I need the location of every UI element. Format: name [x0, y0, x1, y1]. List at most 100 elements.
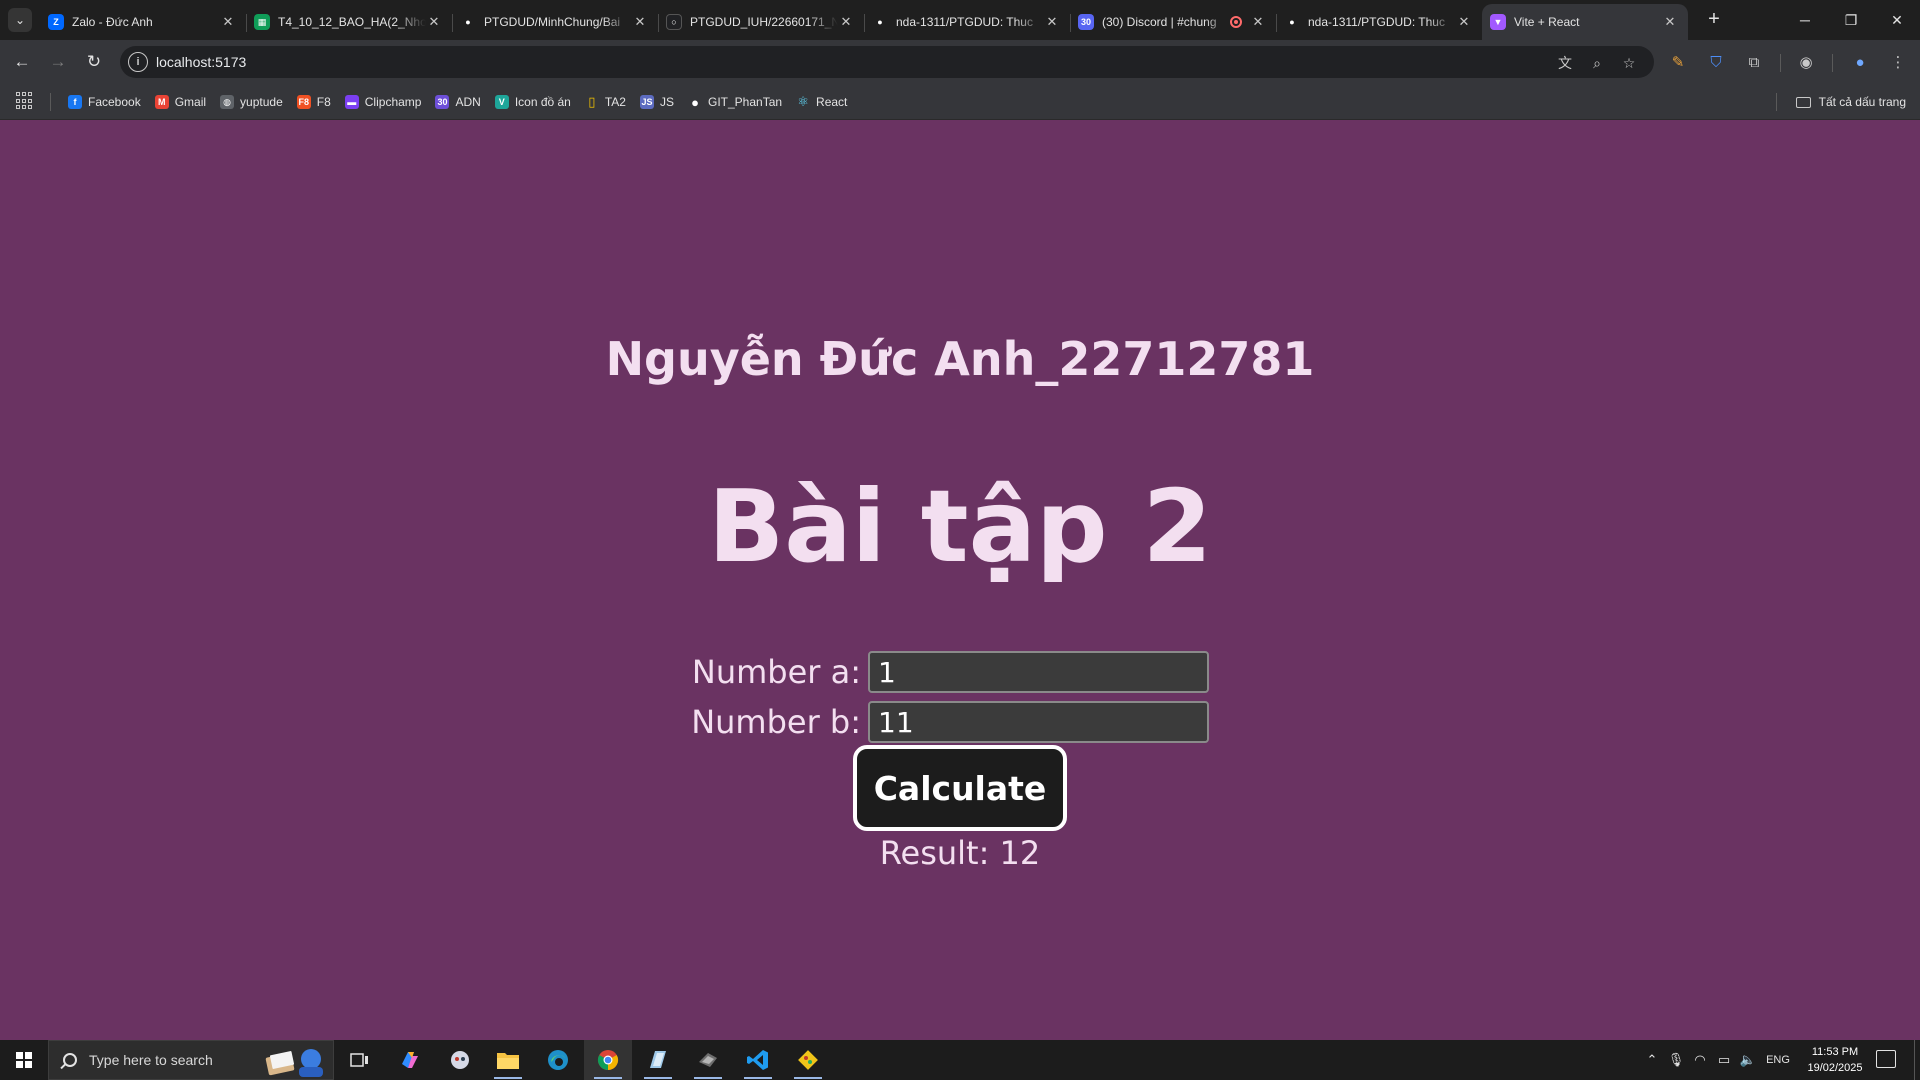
- close-tab-icon[interactable]: ✕: [220, 14, 236, 30]
- bookmark-item[interactable]: JS JS: [634, 90, 680, 114]
- network-icon[interactable]: ◠: [1690, 1040, 1710, 1080]
- search-icon: [63, 1053, 77, 1067]
- close-tab-icon[interactable]: ✕: [1456, 14, 1472, 30]
- browser-tab[interactable]: Z Zalo - Đức Anh ✕: [40, 4, 246, 40]
- browser-tab[interactable]: ▼ Vite + React ✕: [1482, 4, 1688, 40]
- clipchamp-icon: ▬: [344, 95, 359, 109]
- close-tab-icon[interactable]: ✕: [632, 14, 648, 30]
- bookmark-item[interactable]: ▬ Clipchamp: [339, 90, 428, 114]
- vscode-icon[interactable]: [734, 1040, 782, 1080]
- battery-icon[interactable]: ▭: [1714, 1040, 1734, 1080]
- github-icon: ●: [691, 94, 699, 110]
- bookmark-item[interactable]: F8 F8: [291, 90, 337, 114]
- all-bookmarks-button[interactable]: Tất cả dấu trang: [1795, 90, 1906, 114]
- restore-window-button[interactable]: ❐: [1828, 0, 1874, 40]
- recording-indicator-icon: [1230, 16, 1242, 28]
- back-arrow-icon[interactable]: ←: [8, 48, 36, 76]
- student-name-heading: Nguyễn Đức Anh_22712781: [605, 332, 1315, 386]
- minimize-window-button[interactable]: ─: [1782, 0, 1828, 40]
- browser-tab[interactable]: ● nda-1311/PTGDUD: Thuc ✕: [864, 4, 1070, 40]
- browser-tab[interactable]: ● PTGDUD/MinhChung/Bai ✕: [452, 4, 658, 40]
- bookmark-label: JS: [659, 95, 674, 109]
- chrome-browser-icon[interactable]: [584, 1040, 632, 1080]
- bookmark-item[interactable]: ◍ yuptude: [214, 90, 289, 114]
- app-assistant-icon[interactable]: [436, 1040, 484, 1080]
- reload-icon[interactable]: ↻: [80, 48, 108, 76]
- translate-icon[interactable]: 文: [1554, 52, 1576, 74]
- github-icon: ●: [877, 17, 883, 27]
- copilot-icon[interactable]: [386, 1040, 434, 1080]
- gmail-icon: M: [154, 95, 169, 109]
- google-sheets-icon: ▦: [254, 14, 270, 30]
- bookmark-yellow-icon: ▯: [588, 94, 596, 109]
- tab-title: T4_10_12_BAO_HA(2_Nhom: [278, 15, 426, 29]
- microphone-icon[interactable]: 🎙: [1666, 1040, 1686, 1080]
- start-button[interactable]: [0, 1040, 48, 1080]
- game-app-icon[interactable]: [684, 1040, 732, 1080]
- bookmark-label: Icon đồ án: [514, 95, 571, 109]
- show-hidden-icons-chevron-icon[interactable]: ⌃: [1642, 1040, 1662, 1080]
- more-menu-icon[interactable]: ⋮: [1884, 48, 1912, 76]
- vite-icon: ▼: [1490, 14, 1506, 30]
- shield-extension-icon[interactable]: ⛉: [1702, 48, 1730, 76]
- adn-icon: 30: [435, 95, 450, 109]
- profile-avatar-icon[interactable]: ●: [1846, 48, 1874, 76]
- apps-grid-icon[interactable]: [16, 92, 34, 110]
- tab-title: nda-1311/PTGDUD: Thuc: [1308, 15, 1445, 29]
- close-window-button[interactable]: ✕: [1874, 0, 1920, 40]
- file-explorer-icon[interactable]: [484, 1040, 532, 1080]
- input-language[interactable]: ENG: [1762, 1040, 1794, 1080]
- browser-tab[interactable]: 30 (30) Discord | #chung ✕: [1070, 4, 1276, 40]
- sourcetree-git-icon[interactable]: [784, 1040, 832, 1080]
- close-tab-icon[interactable]: ✕: [1044, 14, 1060, 30]
- notification-center-icon[interactable]: [1876, 1050, 1896, 1068]
- browser-tab[interactable]: ● nda-1311/PTGDUD: Thuc ✕: [1276, 4, 1482, 40]
- bookmark-item[interactable]: M Gmail: [149, 90, 212, 114]
- bookmark-item[interactable]: ⚛ React: [790, 90, 853, 114]
- bookmark-item[interactable]: 30 ADN: [429, 90, 486, 114]
- media-control-icon[interactable]: ◉: [1792, 48, 1820, 76]
- all-bookmarks-label: Tất cả dấu trang: [1818, 95, 1906, 109]
- clock-date: 19/02/2025: [1807, 1062, 1863, 1074]
- task-view-icon[interactable]: [336, 1040, 384, 1080]
- site-info-icon[interactable]: i: [128, 52, 148, 72]
- bookmark-item[interactable]: f Facebook: [62, 90, 147, 114]
- tab-list: Z Zalo - Đức Anh ✕ ▦ T4_10_12_BAO_HA(2_Nhom ✕…: [40, 4, 1688, 40]
- clock-time: 11:53 PM: [1811, 1046, 1859, 1058]
- number-a-input[interactable]: [868, 651, 1209, 693]
- bookmark-item[interactable]: V Icon đồ án: [489, 90, 577, 114]
- calculate-button[interactable]: Calculate: [853, 745, 1067, 831]
- system-clock[interactable]: 11:53 PM 19/02/2025: [1800, 1044, 1870, 1076]
- bookmark-item[interactable]: ▯ TA2: [579, 90, 632, 114]
- close-tab-icon[interactable]: ✕: [1250, 14, 1266, 30]
- show-desktop-button[interactable]: [1914, 1040, 1915, 1080]
- number-b-row: Number b:: [0, 700, 1920, 744]
- browser-tab[interactable]: ▦ T4_10_12_BAO_HA(2_Nhom ✕: [246, 4, 452, 40]
- extensions-puzzle-icon[interactable]: ⧉: [1740, 48, 1768, 76]
- react-icon: ⚛: [797, 94, 809, 109]
- tab-search-chevron-icon[interactable]: ⌄: [8, 8, 32, 32]
- vuetify-icon: V: [494, 95, 509, 109]
- number-a-row: Number a:: [0, 650, 1920, 694]
- zoom-icon[interactable]: ⌕: [1586, 52, 1608, 74]
- number-b-input[interactable]: [868, 701, 1209, 743]
- extension-pen-icon[interactable]: ✎: [1664, 48, 1692, 76]
- address-bar[interactable]: i localhost:5173 文 ⌕ ☆: [120, 46, 1654, 78]
- bookmark-label: Facebook: [88, 95, 141, 109]
- browser-tab[interactable]: ○ PTGDUD_IUH/22660171_N ✕: [658, 4, 864, 40]
- bookmark-label: TA2: [604, 95, 626, 109]
- close-tab-icon[interactable]: ✕: [426, 14, 442, 30]
- taskbar-search-box[interactable]: Type here to search: [48, 1040, 334, 1080]
- address-url[interactable]: localhost:5173: [156, 54, 246, 70]
- close-tab-icon[interactable]: ✕: [1662, 14, 1678, 30]
- new-tab-button[interactable]: +: [1700, 8, 1728, 32]
- bookmark-item[interactable]: ● GIT_PhanTan: [682, 90, 788, 114]
- edge-browser-icon[interactable]: [534, 1040, 582, 1080]
- volume-icon[interactable]: 🔈: [1738, 1040, 1758, 1080]
- forward-arrow-icon[interactable]: →: [44, 48, 72, 76]
- facebook-icon: f: [68, 95, 82, 109]
- notes-app-icon[interactable]: [634, 1040, 682, 1080]
- close-tab-icon[interactable]: ✕: [838, 14, 854, 30]
- bookmark-list: f Facebook M Gmail ◍ yuptude F8 F8 ▬ Clipchamp 30 A…: [62, 90, 855, 114]
- bookmark-star-icon[interactable]: ☆: [1618, 52, 1640, 74]
